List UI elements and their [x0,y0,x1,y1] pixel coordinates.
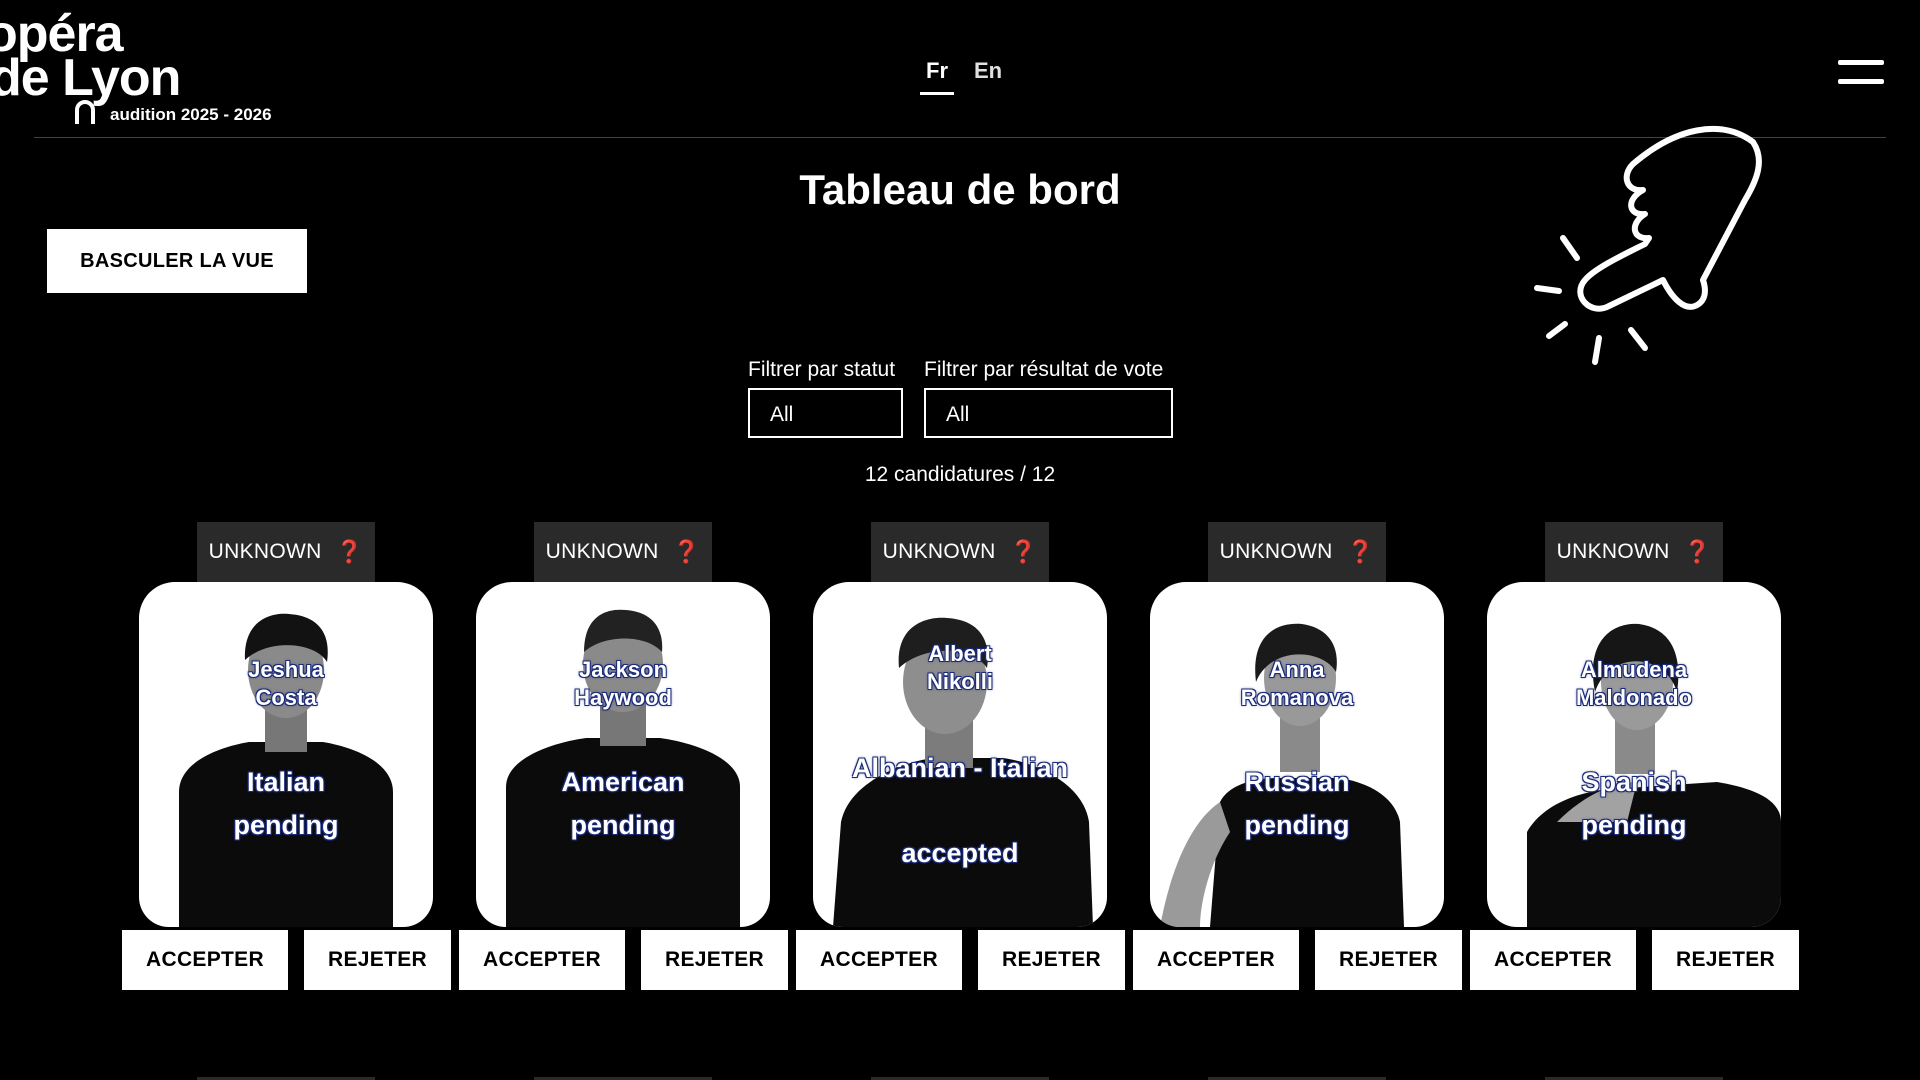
vote-badge: UNKNOWN ❓ [197,522,375,582]
candidate-nationality: Italian [246,767,326,797]
pointing-hand-click-icon [1534,126,1762,365]
candidate-card: UNKNOWN ❓ Anna Romanova Russian pending … [1133,522,1469,992]
candidate-portrait [179,613,393,927]
reject-button[interactable]: REJETER [641,930,788,990]
candidate-first-name: Jeshua [248,657,324,682]
logo-line-2: de Lyon [0,49,181,107]
accept-button[interactable]: ACCEPTER [796,930,962,990]
candidate-status: pending [233,810,339,840]
vote-badge-label: UNKNOWN [1219,540,1333,563]
candidate-last-name: Romanova [1240,685,1354,710]
candidate-nationality: Spanish [1581,767,1687,797]
vote-badge: UNKNOWN ❓ [534,522,712,582]
vote-filter: Filtrer par résultat de vote All [924,358,1173,438]
results-count: 12 candidatures / 12 [864,463,1056,486]
candidate-last-name: Haywood [574,685,672,710]
candidate-photo[interactable]: Albert Nikolli Albanian - Italian accept… [813,582,1107,927]
vote-filter-label: Filtrer par résultat de vote [924,358,1164,381]
vote-badge-label: UNKNOWN [208,540,322,563]
candidate-photo[interactable]: Jeshua Costa Italian pending [139,582,433,927]
toggle-view-button[interactable]: BASCULER LA VUE [47,229,307,293]
vote-badge-label: UNKNOWN [882,540,996,563]
reject-button[interactable]: REJETER [1652,930,1799,990]
vote-badge: UNKNOWN ❓ [871,522,1049,582]
candidate-first-name: Jackson [578,657,668,682]
candidate-last-name: Nikolli [926,669,993,694]
candidate-card: UNKNOWN ❓ Jeshua Costa Italian pending A… [122,522,458,992]
reject-button[interactable]: REJETER [978,930,1125,990]
candidate-status: pending [1244,810,1350,840]
hamburger-menu-icon[interactable] [1838,60,1884,84]
vote-badge: UNKNOWN ❓ [1208,522,1386,582]
question-mark-icon: ❓ [672,539,701,564]
vote-badge: UNKNOWN ❓ [1545,522,1723,582]
vote-badge-label: UNKNOWN [1556,540,1670,563]
question-mark-icon: ❓ [335,539,364,564]
candidate-photo[interactable]: Almudena Maldonado Spanish pending [1487,582,1781,927]
reject-button[interactable]: REJETER [1315,930,1462,990]
candidate-card: UNKNOWN ❓ Almudena Maldonado Spanish pen… [1470,522,1806,992]
status-filter-select[interactable]: All [748,388,903,438]
question-mark-icon: ❓ [1009,539,1038,564]
candidate-first-name: Anna [1269,657,1325,682]
question-mark-icon: ❓ [1683,539,1712,564]
opera-lyon-logo[interactable]: opéra de Lyon audition 2025 - 2026 [0,0,300,138]
vote-badge-label: UNKNOWN [545,540,659,563]
status-filter: Filtrer par statut All [748,358,903,438]
candidate-status: accepted [901,838,1019,868]
vote-filter-select[interactable]: All [924,388,1173,438]
filters-bar: Filtrer par statut All Filtrer par résul… [748,358,1173,438]
candidate-nationality: Albanian - Italian [851,753,1069,783]
candidate-portrait [1527,623,1781,927]
reject-button[interactable]: REJETER [304,930,451,990]
candidate-photo[interactable]: Anna Romanova Russian pending [1150,582,1444,927]
question-mark-icon: ❓ [1346,539,1375,564]
candidate-status: pending [1581,810,1687,840]
accept-button[interactable]: ACCEPTER [122,930,288,990]
candidate-photo[interactable]: Jackson Haywood American pending [476,582,770,927]
candidate-portrait [1160,623,1404,927]
accept-button[interactable]: ACCEPTER [1133,930,1299,990]
candidate-first-name: Albert [928,641,992,666]
logo-arch-icon [75,100,95,124]
candidate-nationality: Russian [1244,767,1350,797]
language-switcher: Fr En [920,58,1002,95]
lang-fr[interactable]: Fr [920,58,954,95]
candidate-last-name: Maldonado [1575,685,1693,710]
candidate-first-name: Almudena [1580,657,1688,682]
lang-en[interactable]: En [974,58,1002,95]
candidate-nationality: American [561,767,685,797]
candidate-card: UNKNOWN ❓ Jackson Haywood American pendi… [459,522,795,992]
logo-subtitle: audition 2025 - 2026 [110,105,272,124]
accept-button[interactable]: ACCEPTER [1470,930,1636,990]
candidate-card: UNKNOWN ❓ Albert Nikolli Albanian - Ital… [796,522,1132,992]
status-filter-label: Filtrer par statut [748,358,896,381]
candidate-status: pending [570,810,676,840]
accept-button[interactable]: ACCEPTER [459,930,625,990]
candidate-portrait [506,609,740,927]
candidate-last-name: Costa [255,685,317,710]
